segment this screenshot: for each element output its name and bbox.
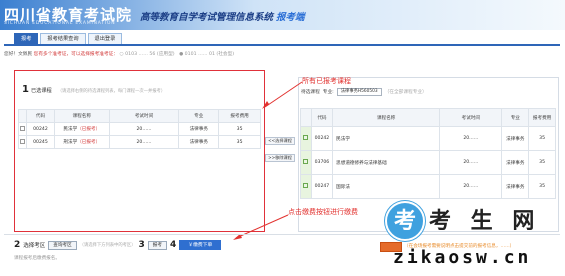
step1-label: 已选课程 (30, 88, 52, 94)
col-check (300, 108, 312, 127)
cell-time: 20…… (439, 174, 503, 199)
remove-course-button[interactable]: >>移除课程 (265, 154, 295, 162)
col-name: 课程名称 (332, 108, 441, 127)
registered-tag: （已报考） (77, 127, 101, 132)
query-exam-area-button[interactable]: 查询考区 (48, 240, 77, 250)
col-fee: 报考费用 (218, 109, 261, 123)
table-row[interactable]: 03706 思想道德修养与法律基础 20…… 法律事务 35 (300, 150, 556, 175)
notice-greeting: 您好！文佩民 (4, 52, 33, 57)
cell-time: 20…… (439, 150, 503, 175)
cell-time: 20…… (108, 122, 180, 136)
col-code: 代码 (25, 109, 55, 123)
nav-tabs: 报考 报考结果查询 退出登录 (14, 33, 124, 44)
cell-code: 00242 (25, 122, 55, 136)
action-bar: 2 选择考区 查询考区 （请选择下方列表中的考区） 3 报考 4 ￥缴费下单 (14, 240, 222, 250)
step2-hint: （请选择下方列表中的考区） (79, 243, 136, 248)
cell-time: 20…… (108, 135, 180, 149)
cell-major: 法律事务 (178, 135, 220, 149)
cell-time: 20…… (439, 126, 503, 151)
site-logo-subtitle: SICHUAN EDUCATIONAL EXAMINATION (4, 21, 116, 26)
tab-underline (4, 44, 560, 46)
cell-major: 法律事务 (501, 150, 530, 175)
step2-label: 选择考区 (23, 243, 46, 249)
system-title: 高等教育自学考试管理信息系统 报考端 (140, 9, 305, 23)
system-title-text: 高等教育自学考试管理信息系统 (140, 12, 274, 23)
cell-name: 国际法 (332, 174, 441, 199)
annotation-arrow-top (262, 81, 303, 109)
selected-courses-table: 代码 课程名称 考试时间 专业 报考费用 00242 民法学（已报考） 20……… (18, 109, 261, 149)
available-courses-table: 代码 课程名称 考试时间 专业 报考费用 00242 民法学 20…… 法律事务… (300, 108, 556, 199)
table-row[interactable]: 00245 刑法学（已报考） 20…… 法律事务 35 (18, 135, 261, 149)
cell-fee: 35 (218, 122, 261, 136)
system-title-highlight: 报考端 (276, 12, 305, 23)
cell-major: 法律事务 (501, 174, 530, 199)
cell-name: 刑法学（已报考） (53, 135, 110, 149)
cell-major: 法律事务 (501, 126, 530, 151)
col-check (18, 109, 27, 123)
tab-result-query[interactable]: 报考结果查询 (40, 33, 86, 44)
filter-title: 待选课程 (301, 90, 320, 95)
cell-code: 00245 (25, 135, 55, 149)
row-checkbox[interactable] (303, 159, 309, 164)
col-major: 专业 (178, 109, 220, 123)
filter-hint: （在全部课程专业） (384, 90, 427, 95)
watermark-logo-icon: 考 (385, 201, 425, 241)
row-checkbox[interactable] (303, 183, 309, 188)
register-button[interactable]: 报考 (147, 240, 167, 250)
table-row[interactable]: 00242 民法学（已报考） 20…… 法律事务 35 (18, 122, 261, 136)
step1-header: 1 已选课程 （请选择右侧的待选课程列表，每门课程一次一并报考） (22, 84, 165, 95)
filter-label: 专业: (322, 90, 334, 95)
col-major: 专业 (501, 108, 530, 127)
step1-number: 1 (22, 84, 29, 95)
ticket-option-1[interactable]: ○ 0103 …… 56 (应用型) (120, 52, 175, 57)
step2-number: 2 (14, 240, 21, 250)
pay-order-button[interactable]: ￥缴费下单 (179, 240, 222, 250)
cell-code: 00242 (310, 126, 334, 151)
cell-code: 03706 (310, 150, 334, 175)
annotation-registered-courses: 所有已报考课程 (302, 77, 351, 85)
col-name: 课程名称 (53, 109, 110, 123)
watermark-url: zikaosw.cn (393, 247, 532, 268)
table-row[interactable]: 00242 民法学 20…… 法律事务 35 (300, 126, 556, 151)
bottom-note: 课程报考后缴费报名。 (14, 256, 60, 261)
candidate-notice: 您好！文佩民 您有多个准考证，可以选择报考准考证： ○ 0103 …… 56 (… (4, 51, 234, 57)
step3-number: 3 (138, 240, 145, 250)
tab-logout[interactable]: 退出登录 (87, 33, 123, 44)
step4-number: 4 (170, 240, 177, 250)
cell-fee: 35 (528, 150, 556, 175)
row-checkbox[interactable] (19, 125, 25, 131)
watermark-text: 考 生 网 (429, 209, 541, 234)
cell-fee: 35 (528, 174, 556, 199)
tab-register[interactable]: 报考 (14, 33, 39, 44)
annotation-arrow-bottom (233, 214, 289, 240)
col-code: 代码 (310, 108, 334, 127)
cell-fee: 35 (218, 135, 261, 149)
cell-name: 思想道德修养与法律基础 (332, 150, 441, 175)
row-checkbox[interactable] (303, 135, 309, 140)
table-row[interactable]: 00247 国际法 20…… 法律事务 35 (300, 174, 556, 199)
notice-warning: 您有多个准考证，可以选择报考准考证： (33, 52, 119, 57)
annotation-pay-instruction: 点击缴费按钮进行缴费 (288, 208, 358, 216)
col-fee: 报考费用 (528, 108, 556, 127)
cell-name: 民法学 (332, 126, 441, 151)
ticket-option-2[interactable]: ● 0101 …… 01 (社会型) (179, 52, 234, 57)
course-filter-row: 待选课程 专业: 法律事务H560503 （在全部课程专业） (301, 88, 427, 96)
cell-code: 00247 (310, 174, 334, 199)
header-banner: 四川省教育考试院 SICHUAN EDUCATIONAL EXAMINATION… (0, 0, 565, 30)
cell-major: 法律事务 (178, 122, 220, 136)
registered-tag: （已报考） (77, 140, 101, 145)
select-course-button[interactable]: <<选择课程 (265, 137, 295, 145)
row-checkbox[interactable] (19, 138, 25, 144)
col-time: 考试时间 (108, 109, 180, 123)
cell-fee: 35 (528, 126, 556, 151)
major-select[interactable]: 法律事务H560503 (336, 88, 382, 96)
step1-hint: （请选择右侧的待选课程列表，每门课程一次一并报考） (57, 89, 166, 94)
col-time: 考试时间 (439, 108, 503, 127)
watermark: 考 考 生 网 zikaosw.cn (385, 201, 563, 275)
cell-name: 民法学（已报考） (53, 122, 110, 136)
